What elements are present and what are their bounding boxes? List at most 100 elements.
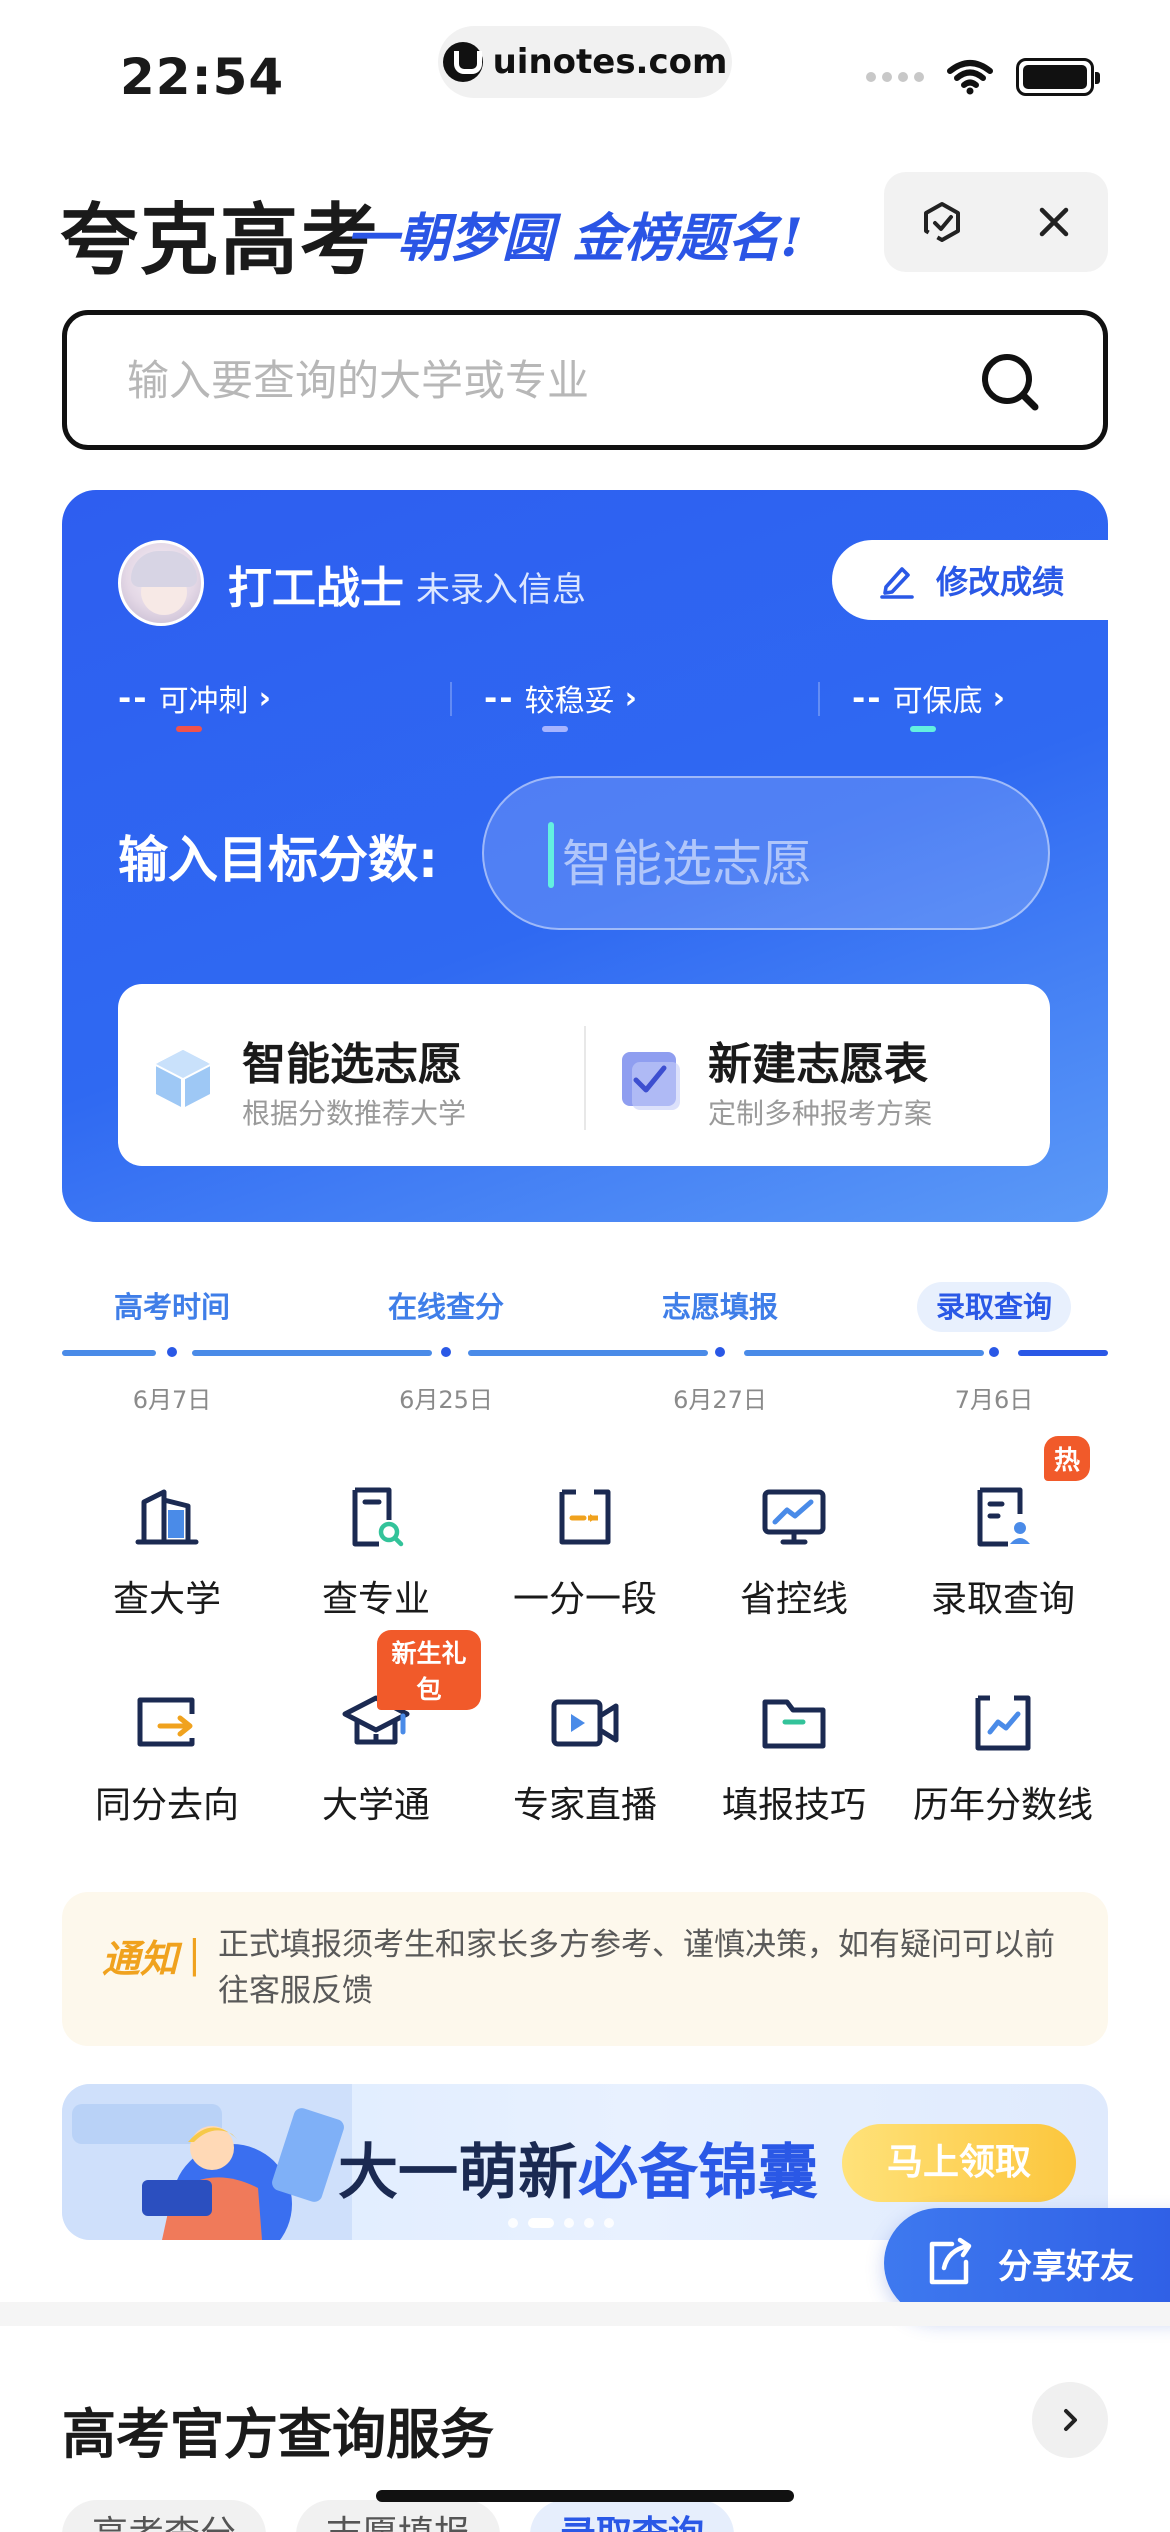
tier-count: -- <box>852 679 883 717</box>
chip-score-query[interactable]: 高考查分 <box>62 2500 267 2532</box>
divider <box>450 682 452 716</box>
app-title: 夸克高考 <box>60 196 381 286</box>
grid-label: 省控线 <box>739 1579 848 1620</box>
edit-score-button[interactable]: 修改成绩 <box>832 540 1108 620</box>
divider <box>818 682 820 716</box>
tier-safe[interactable]: -- 可保底 › <box>852 676 1005 732</box>
url-text: uinotes.com <box>492 42 728 82</box>
gift-badge: 新生礼包 <box>377 1630 481 1710</box>
grid-item-expert-live[interactable]: 专家直播 <box>480 1646 690 1826</box>
section-title: 高考官方查询服务 <box>62 2403 494 2466</box>
building-icon <box>135 1489 199 1545</box>
status-icons <box>866 58 1100 96</box>
refresh-icon[interactable] <box>918 198 966 246</box>
grid-item-province-line[interactable]: 省控线 <box>689 1440 899 1620</box>
chip-admission-query[interactable]: 录取查询 <box>530 2500 735 2532</box>
exam-timeline: 高考时间 在线查分 志愿填报 录取查询 6月7日 6月25日 6月27日 7月6… <box>62 1282 1108 1432</box>
chip-volunteer-fill[interactable]: 志愿填报 <box>296 2500 501 2532</box>
user-name: 打工战士 <box>228 563 404 614</box>
grid-item-find-major[interactable]: 查专业 <box>271 1440 481 1620</box>
avatar[interactable] <box>118 540 204 626</box>
pencil-icon <box>880 567 914 599</box>
search-input[interactable] <box>127 347 927 413</box>
grid-item-university-pass[interactable]: 新生礼包 大学通 <box>271 1630 481 1826</box>
banner-headline-blue: 必备锦囊 <box>578 2138 818 2208</box>
search-box[interactable] <box>62 310 1108 450</box>
grid-item-historical-lines[interactable]: 历年分数线 <box>898 1646 1108 1826</box>
target-score-placeholder: 智能选志愿 <box>562 835 812 893</box>
tier-count: -- <box>484 679 515 717</box>
action-title: 新建志愿表 <box>708 1039 928 1090</box>
action-subtitle: 根据分数推荐大学 <box>242 1097 467 1130</box>
tier-indicator <box>910 726 936 732</box>
banner-headline-dark: 大一萌新 <box>338 2138 578 2208</box>
chevron-right-icon: › <box>992 680 1005 716</box>
search-icon[interactable] <box>979 351 1043 415</box>
section-more-button[interactable] <box>1032 2382 1108 2458</box>
folder-icon <box>762 1699 826 1749</box>
timeline-dot <box>164 1344 180 1360</box>
share-icon <box>929 2237 972 2285</box>
grid-item-same-score[interactable]: 同分去向 <box>62 1646 272 1826</box>
tier-stable[interactable]: -- 较稳妥 › <box>484 676 637 732</box>
tier-label: 可保底 <box>892 684 983 719</box>
score-segment-icon <box>559 1489 611 1545</box>
timeline-dot <box>438 1344 454 1360</box>
tier-label: 可冲刺 <box>158 684 249 719</box>
grid-label: 填报技巧 <box>721 1785 866 1826</box>
grid-item-admission-query[interactable]: 热 录取查询 <box>898 1436 1108 1620</box>
claim-now-button[interactable]: 马上领取 <box>842 2124 1076 2202</box>
tier-label: 较稳妥 <box>524 684 615 719</box>
timeline-tab[interactable]: 在线查分 <box>346 1282 546 1332</box>
url-pill[interactable]: uinotes.com <box>438 26 732 98</box>
timeline-tab[interactable]: 志愿填报 <box>620 1282 820 1332</box>
tier-indicator <box>542 726 568 732</box>
score-card: 打工战士 未录入信息 修改成绩 -- 可冲刺 › -- 较稳妥 › -- 可保底… <box>62 490 1108 1222</box>
timeline-date: 6月7日 <box>132 1386 212 1414</box>
grid-label: 查大学 <box>112 1579 221 1620</box>
timeline-tab-active[interactable]: 录取查询 <box>917 1282 1071 1332</box>
grid-item-score-segment[interactable]: 一分一段 <box>480 1440 690 1620</box>
document-search-icon <box>352 1487 404 1547</box>
grid-label: 同分去向 <box>94 1785 239 1826</box>
grid-item-find-university[interactable]: 查大学 <box>62 1440 272 1620</box>
tier-row: -- 可冲刺 › -- 较稳妥 › -- 可保底 › <box>118 676 1078 746</box>
target-score-label: 输入目标分数: <box>118 831 438 889</box>
status-time: 22:54 <box>120 48 285 106</box>
tier-indicator <box>176 726 202 732</box>
grid-item-fill-tips[interactable]: 填报技巧 <box>689 1646 899 1826</box>
target-score-input[interactable]: 智能选志愿 <box>482 776 1050 930</box>
timeline-tab[interactable]: 高考时间 <box>72 1282 272 1332</box>
grid-label: 专家直播 <box>512 1785 657 1826</box>
close-icon[interactable] <box>1034 202 1074 242</box>
timeline-track <box>62 1350 1108 1356</box>
chevron-right-icon <box>1064 2409 1077 2431</box>
notice-separator: | <box>188 1932 201 1976</box>
tier-sprint[interactable]: -- 可冲刺 › <box>118 676 271 732</box>
calendar-chart-icon <box>975 1695 1031 1751</box>
student-illustration-icon <box>62 2084 352 2240</box>
home-indicator <box>376 2490 794 2502</box>
service-chips: 高考查分 志愿填报 录取查询 <box>62 2500 735 2532</box>
timeline-date: 7月6日 <box>954 1386 1034 1414</box>
hot-badge: 热 <box>1044 1436 1091 1481</box>
action-panel: 智能选志愿 根据分数推荐大学 新建志愿表 定制多种报考方案 <box>118 984 1050 1166</box>
chevron-right-icon: › <box>624 680 637 716</box>
checkbox-icon <box>622 1052 680 1110</box>
admission-doc-icon <box>977 1487 1030 1547</box>
chevron-right-icon: › <box>258 680 271 716</box>
smart-choose-button[interactable]: 智能选志愿 根据分数推荐大学 <box>118 984 584 1166</box>
notice-bar[interactable]: 通知 | 正式填报须考生和家长多方参考、谨慎决策，如有疑问可以前往客服反馈 <box>62 1892 1108 2046</box>
grid-label: 查专业 <box>321 1579 430 1620</box>
edit-score-label: 修改成绩 <box>936 563 1065 601</box>
grid-label: 一分一段 <box>512 1579 657 1620</box>
export-arrow-icon <box>137 1697 195 1747</box>
battery-icon <box>1016 58 1100 96</box>
capsule-buttons <box>884 172 1108 272</box>
timeline-dot <box>712 1344 728 1360</box>
grid-label: 历年分数线 <box>912 1785 1093 1826</box>
timeline-dot <box>986 1344 1002 1360</box>
notice-text: 正式填报须考生和家长多方参考、谨慎决策，如有疑问可以前往客服反馈 <box>218 1927 1055 2009</box>
monitor-chart-icon <box>762 1489 826 1545</box>
new-plan-button[interactable]: 新建志愿表 定制多种报考方案 <box>584 984 1050 1166</box>
